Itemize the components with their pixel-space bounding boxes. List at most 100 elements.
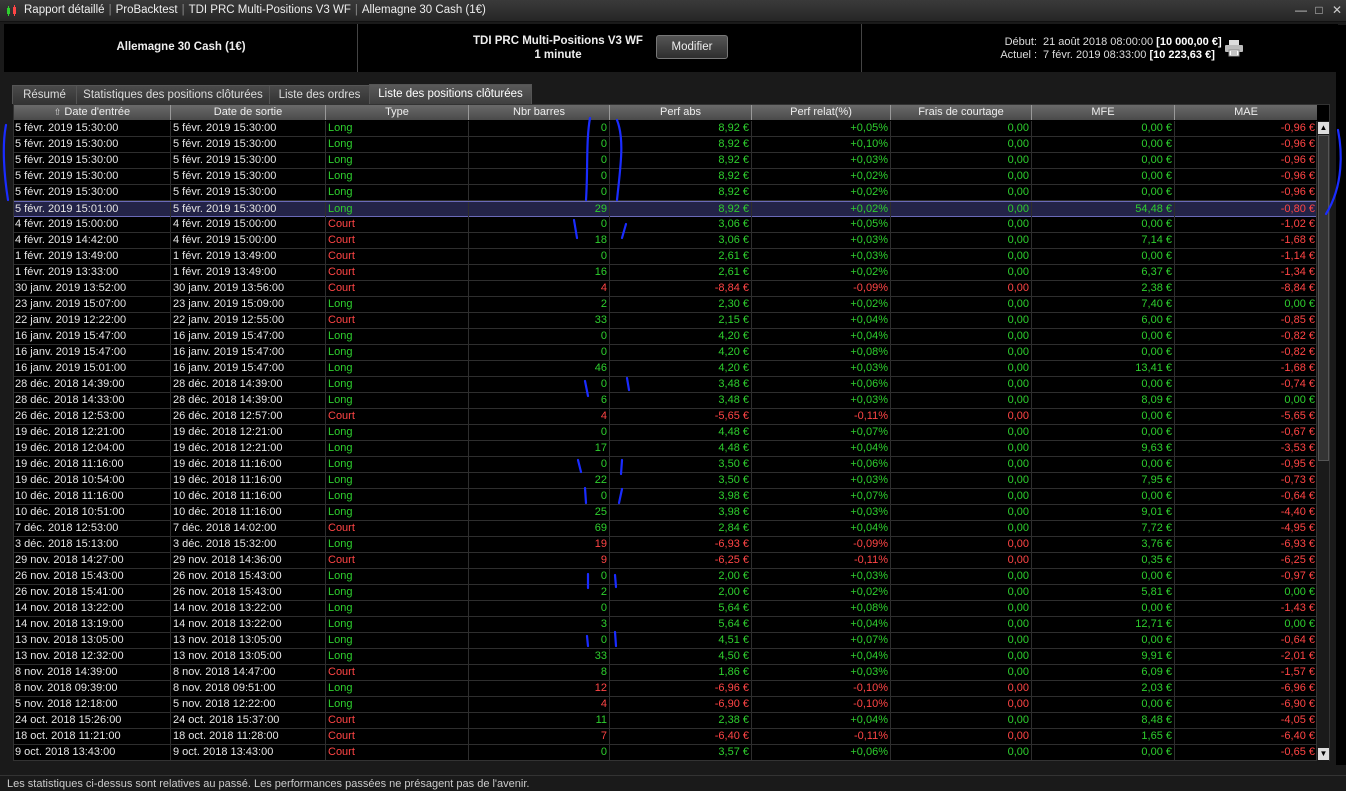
column-header-type[interactable]: Type [325, 105, 468, 120]
cell-mae: -0,96 € [1174, 185, 1317, 200]
table-row[interactable]: 10 déc. 2018 10:51:00 10 déc. 2018 11:16:… [14, 505, 1317, 521]
table-row[interactable]: 16 janv. 2019 15:47:00 16 janv. 2019 15:4… [14, 329, 1317, 345]
table-row[interactable]: 26 nov. 2018 15:41:00 26 nov. 2018 15:43:… [14, 585, 1317, 601]
cell-perf-rel: +0,08% [751, 345, 890, 360]
cell-exit-date: 23 janv. 2019 15:09:00 [170, 297, 325, 312]
table-row[interactable]: 19 déc. 2018 12:04:00 19 déc. 2018 12:21:… [14, 441, 1317, 457]
cell-fees: 0,00 [890, 489, 1031, 504]
table-header: ⇧ Date d'entrée Date de sortie Type Nbr barr… [14, 105, 1317, 120]
table-row[interactable]: 4 févr. 2019 14:42:00 4 févr. 2019 15:00:… [14, 233, 1317, 249]
table-row[interactable]: 13 nov. 2018 12:32:00 13 nov. 2018 13:05:… [14, 649, 1317, 665]
modify-button[interactable]: Modifier [656, 35, 728, 59]
table-row[interactable]: 29 nov. 2018 14:27:00 29 nov. 2018 14:36:… [14, 553, 1317, 569]
close-icon[interactable]: ✕ [1328, 2, 1346, 19]
cell-mfe: 7,95 € [1031, 473, 1174, 488]
column-header-perf-abs[interactable]: Perf abs [609, 105, 751, 120]
cell-perf-rel: +0,08% [751, 601, 890, 616]
table-row[interactable]: 5 févr. 2019 15:30:00 5 févr. 2019 15:30:… [14, 169, 1317, 185]
table-row[interactable]: 19 déc. 2018 12:21:00 19 déc. 2018 12:21:… [14, 425, 1317, 441]
table-row[interactable]: 5 nov. 2018 12:18:00 5 nov. 2018 12:22:00… [14, 697, 1317, 713]
tab-orders[interactable]: Liste des ordres [269, 85, 370, 104]
column-header-mae[interactable]: MAE [1174, 105, 1317, 120]
cell-entry-date: 5 févr. 2019 15:30:00 [15, 122, 119, 134]
table-row[interactable]: 5 févr. 2019 15:30:00 5 févr. 2019 15:30:… [14, 137, 1317, 153]
cell-bars: 0 [468, 633, 609, 648]
maximize-icon[interactable]: □ [1310, 2, 1328, 19]
breadcrumb-probacktest[interactable]: ProBacktest [116, 4, 178, 16]
table-row[interactable]: 8 nov. 2018 09:39:00 8 nov. 2018 09:51:00… [14, 681, 1317, 697]
cell-mae: -0,96 € [1174, 169, 1317, 184]
table-row[interactable]: 7 déc. 2018 12:53:00 7 déc. 2018 14:02:00… [14, 521, 1317, 537]
tab-closed-positions[interactable]: Liste des positions clôturées [369, 84, 532, 104]
cell-fees: 0,00 [890, 441, 1031, 456]
cell-exit-date: 28 déc. 2018 14:39:00 [170, 393, 325, 408]
cell-bars: 0 [468, 169, 609, 184]
table-row[interactable]: 14 nov. 2018 13:19:00 14 nov. 2018 13:22:… [14, 617, 1317, 633]
cell-exit-date: 19 déc. 2018 12:21:00 [170, 441, 325, 456]
column-header-exit-date[interactable]: Date de sortie [170, 105, 325, 120]
breadcrumb-strategy[interactable]: TDI PRC Multi-Positions V3 WF [189, 4, 351, 16]
cell-bars: 69 [468, 521, 609, 536]
cell-perf-abs: 4,20 € [609, 329, 751, 344]
table-body[interactable]: 5 févr. 2019 15:30:00 5 févr. 2019 15:30:… [14, 121, 1317, 760]
printer-icon[interactable] [1224, 39, 1244, 57]
cell-exit-date: 5 févr. 2019 15:30:00 [170, 153, 325, 168]
cell-type: Long [325, 345, 468, 360]
cell-perf-rel: +0,02% [751, 585, 890, 600]
column-header-label: Perf relat(%) [790, 106, 852, 118]
cell-fees: 0,00 [890, 361, 1031, 376]
minimize-icon[interactable]: — [1292, 2, 1310, 19]
table-row[interactable]: 23 janv. 2019 15:07:00 23 janv. 2019 15:0… [14, 297, 1317, 313]
table-row[interactable]: 16 janv. 2019 15:01:00 16 janv. 2019 15:4… [14, 361, 1317, 377]
table-row[interactable]: 26 nov. 2018 15:43:00 26 nov. 2018 15:43:… [14, 569, 1317, 585]
cell-entry-date: 5 févr. 2019 15:30:00 [15, 186, 119, 198]
table-row[interactable]: 19 déc. 2018 10:54:00 19 déc. 2018 11:16:… [14, 473, 1317, 489]
table-row[interactable]: 18 oct. 2018 11:21:00 18 oct. 2018 11:28:… [14, 729, 1317, 745]
column-header-perf-rel[interactable]: Perf relat(%) [751, 105, 890, 120]
column-header-entry-date[interactable]: ⇧ Date d'entrée [14, 105, 170, 120]
table-row[interactable]: 5 févr. 2019 15:01:00 5 févr. 2019 15:30:… [14, 201, 1317, 217]
table-row[interactable]: 13 nov. 2018 13:05:00 13 nov. 2018 13:05:… [14, 633, 1317, 649]
table-row[interactable]: 3 déc. 2018 15:13:00 3 déc. 2018 15:32:00… [14, 537, 1317, 553]
instrument-name: Allemagne 30 Cash (1€) [116, 41, 246, 53]
table-row[interactable]: 5 févr. 2019 15:30:00 5 févr. 2019 15:30:… [14, 185, 1317, 201]
cell-mae: -1,34 € [1174, 265, 1317, 280]
scroll-up-icon[interactable]: ▲ [1318, 122, 1329, 134]
cell-mfe: 7,72 € [1031, 521, 1174, 536]
cell-type: Court [325, 665, 468, 680]
table-row[interactable]: 1 févr. 2019 13:49:00 1 févr. 2019 13:49:… [14, 249, 1317, 265]
table-row[interactable]: 16 janv. 2019 15:47:00 16 janv. 2019 15:4… [14, 345, 1317, 361]
table-row[interactable]: 24 oct. 2018 15:26:00 24 oct. 2018 15:37:… [14, 713, 1317, 729]
column-header-bars[interactable]: Nbr barres [468, 105, 609, 120]
column-header-fees[interactable]: Frais de courtage [890, 105, 1031, 120]
cell-mfe: 0,00 € [1031, 345, 1174, 360]
cell-exit-date: 14 nov. 2018 13:22:00 [170, 617, 325, 632]
table-row[interactable]: 28 déc. 2018 14:33:00 28 déc. 2018 14:39:… [14, 393, 1317, 409]
cell-bars: 0 [468, 249, 609, 264]
table-row[interactable]: 1 févr. 2019 13:33:00 1 févr. 2019 13:49:… [14, 265, 1317, 281]
vertical-scrollbar[interactable]: ▲ ▼ [1316, 121, 1329, 761]
table-row[interactable]: 9 oct. 2018 13:43:00 9 oct. 2018 13:43:00… [14, 745, 1317, 760]
table-row[interactable]: 8 nov. 2018 14:39:00 8 nov. 2018 14:47:00… [14, 665, 1317, 681]
cell-fees: 0,00 [890, 729, 1031, 744]
table-row[interactable]: 4 févr. 2019 15:00:00 4 févr. 2019 15:00:… [14, 217, 1317, 233]
breadcrumb-instrument[interactable]: Allemagne 30 Cash (1€) [362, 4, 486, 16]
cell-mfe: 0,00 € [1031, 601, 1174, 616]
table-row[interactable]: 22 janv. 2019 12:22:00 22 janv. 2019 12:5… [14, 313, 1317, 329]
breadcrumb-report[interactable]: Rapport détaillé [24, 4, 105, 16]
scroll-down-icon[interactable]: ▼ [1318, 748, 1329, 760]
tab-closed-stats[interactable]: Statistiques des positions clôturées [76, 85, 270, 104]
table-row[interactable]: 30 janv. 2019 13:52:00 30 janv. 2019 13:5… [14, 281, 1317, 297]
table-row[interactable]: 14 nov. 2018 13:22:00 14 nov. 2018 13:22:… [14, 601, 1317, 617]
column-header-mfe[interactable]: MFE [1031, 105, 1174, 120]
table-row[interactable]: 5 févr. 2019 15:30:00 5 févr. 2019 15:30:… [14, 153, 1317, 169]
scroll-thumb[interactable] [1318, 135, 1329, 461]
table-row[interactable]: 28 déc. 2018 14:39:00 28 déc. 2018 14:39:… [14, 377, 1317, 393]
table-row[interactable]: 19 déc. 2018 11:16:00 19 déc. 2018 11:16:… [14, 457, 1317, 473]
tab-summary[interactable]: Résumé [12, 85, 77, 104]
table-row[interactable]: 26 déc. 2018 12:53:00 26 déc. 2018 12:57:… [14, 409, 1317, 425]
cell-entry-date: 13 nov. 2018 13:05:00 [15, 634, 124, 646]
table-row[interactable]: 5 févr. 2019 15:30:00 5 févr. 2019 15:30:… [14, 121, 1317, 137]
table-row[interactable]: 10 déc. 2018 11:16:00 10 déc. 2018 11:16:… [14, 489, 1317, 505]
cell-bars: 0 [468, 489, 609, 504]
